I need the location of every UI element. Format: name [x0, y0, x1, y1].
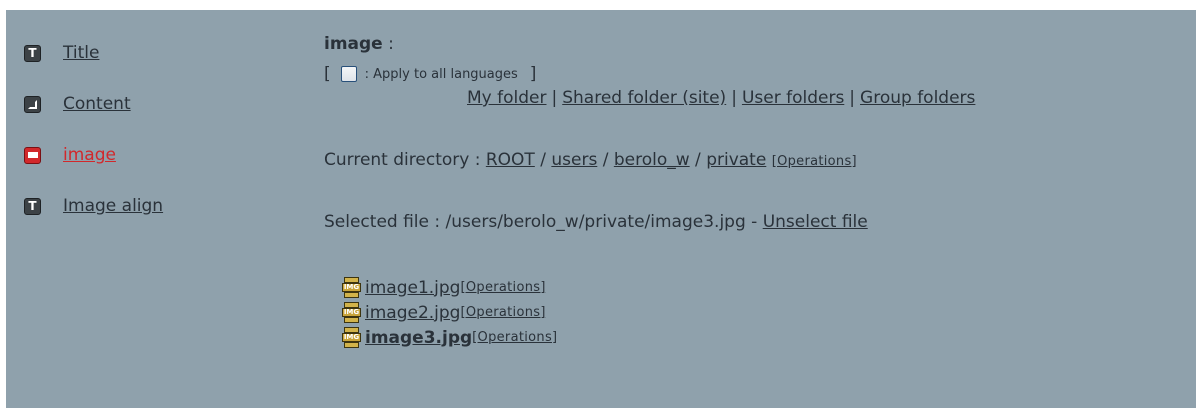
separator: | [731, 88, 737, 108]
current-directory: Current directory : ROOT / users / berol… [324, 150, 857, 170]
sidebar-item-label[interactable]: image [63, 145, 116, 165]
image-file-icon: IMG [342, 326, 361, 349]
path-separator: / [540, 150, 546, 170]
file-name-link[interactable]: image2.jpg [365, 303, 460, 323]
selected-file: Selected file : /users/berolo_w/private/… [324, 212, 868, 232]
file-operations-link[interactable]: [Operations] [460, 280, 545, 295]
image-file-icon: IMG [342, 276, 361, 299]
bracket-close: ] [529, 64, 537, 84]
unselect-file-link[interactable]: Unselect file [763, 212, 868, 232]
content-field-icon [24, 95, 41, 113]
path-separator: / [602, 150, 609, 170]
field-title-text: image [324, 34, 383, 54]
breadcrumb-private[interactable]: private [706, 150, 766, 170]
text-field-icon: T [24, 197, 41, 215]
sidebar-item-label[interactable]: Image align [63, 196, 163, 216]
directory-operations-link[interactable]: [Operations] [772, 154, 857, 169]
file-operations-link[interactable]: [Operations] [460, 305, 545, 320]
image-field-icon [24, 146, 41, 164]
selected-file-label: Selected file : /users/berolo_w/private/… [324, 212, 758, 232]
field-title-colon: : [382, 34, 394, 54]
path-separator: / [695, 150, 701, 170]
apply-all-languages-label: : Apply to all languages [364, 66, 518, 82]
file-operations-link[interactable]: [Operations] [472, 330, 557, 345]
editor-panel: T Title Content image T Image align imag… [6, 10, 1196, 408]
file-name-link[interactable]: image1.jpg [365, 278, 460, 298]
sidebar-item-content[interactable]: Content [24, 91, 131, 117]
file-row: IMG image2.jpg [Operations] [342, 299, 546, 326]
shared-folder-link[interactable]: Shared folder (site) [562, 88, 726, 108]
sidebar-item-label[interactable]: Content [63, 94, 131, 114]
sidebar-item-title[interactable]: T Title [24, 40, 99, 66]
current-directory-label: Current directory : [324, 150, 481, 170]
apply-all-languages-row: [ : Apply to all languages ] [324, 64, 536, 84]
group-folders-link[interactable]: Group folders [860, 88, 975, 108]
folder-links: My folder | Shared folder (site) | User fold… [467, 88, 975, 108]
file-name-link[interactable]: image3.jpg [365, 328, 472, 348]
separator: | [849, 88, 856, 108]
apply-all-languages-checkbox[interactable] [340, 66, 357, 82]
sidebar-item-image[interactable]: image [24, 142, 116, 168]
sidebar-item-image-align[interactable]: T Image align [24, 193, 163, 219]
file-row: IMG image1.jpg [Operations] [342, 274, 546, 301]
file-row-selected: IMG image3.jpg [Operations] [342, 324, 557, 351]
breadcrumb-users[interactable]: users [551, 150, 597, 170]
separator: | [551, 88, 558, 108]
my-folder-link[interactable]: My folder [467, 88, 546, 108]
bracket-open: [ [324, 64, 331, 84]
user-folders-link[interactable]: User folders [742, 88, 844, 108]
field-title: image : [324, 34, 394, 54]
text-field-icon: T [24, 44, 41, 62]
image-file-icon: IMG [342, 301, 361, 324]
sidebar-item-label[interactable]: Title [63, 43, 99, 63]
breadcrumb-root[interactable]: ROOT [486, 150, 535, 170]
breadcrumb-user-folder[interactable]: berolo_w [614, 150, 690, 170]
